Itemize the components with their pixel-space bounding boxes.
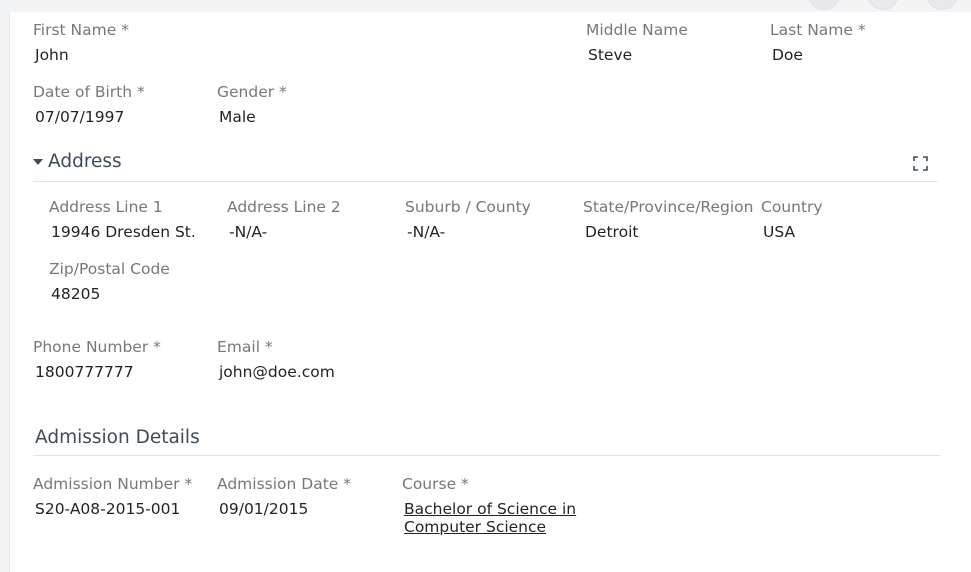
country-value: USA [763,223,796,241]
address-line1-value: 19946 Dresden St. [51,223,196,241]
state-label: State/Province/Region [583,198,754,216]
suburb-label: Suburb / County [405,198,531,216]
gender-label: Gender * [217,83,287,101]
course-link[interactable]: Bachelor of Science in Computer Science [404,500,594,536]
zip-label: Zip/Postal Code [49,260,170,278]
address-line1-label: Address Line 1 [49,198,163,216]
country-label: Country [761,198,823,216]
email-label: Email * [217,338,273,356]
address-divider [33,181,938,182]
phone-value: 1800777777 [35,363,134,381]
address-line2-value: -N/A- [229,223,268,241]
address-section-title[interactable]: Address [48,151,122,172]
admission-number-label: Admission Number * [33,475,193,493]
zip-value: 48205 [51,285,101,303]
admission-date-label: Admission Date * [217,475,351,493]
admission-date-value: 09/01/2015 [219,500,309,518]
expand-icon[interactable] [913,156,928,171]
state-value: Detroit [585,223,639,241]
toolbar-circle-button[interactable] [867,0,899,10]
dob-label: Date of Birth * [33,83,145,101]
admission-number-value: S20-A08-2015-001 [35,500,181,518]
suburb-value: -N/A- [407,223,446,241]
middle-name-label: Middle Name [586,21,688,39]
last-name-label: Last Name * [770,21,866,39]
first-name-label: First Name * [33,21,129,39]
toolbar-circle-button[interactable] [808,0,840,10]
last-name-value: Doe [772,46,803,64]
first-name-value: John [35,46,69,64]
gender-value: Male [219,108,256,126]
phone-label: Phone Number * [33,338,161,356]
middle-name-value: Steve [588,46,633,64]
admission-divider [33,455,941,456]
address-line2-label: Address Line 2 [227,198,341,216]
dob-value: 07/07/1997 [35,108,125,126]
email-value: john@doe.com [219,363,335,381]
collapse-caret-icon[interactable] [33,159,43,165]
toolbar-circle-button[interactable] [926,0,958,10]
admission-section-title: Admission Details [35,427,200,448]
course-label: Course * [402,475,469,493]
top-bar [0,0,971,12]
